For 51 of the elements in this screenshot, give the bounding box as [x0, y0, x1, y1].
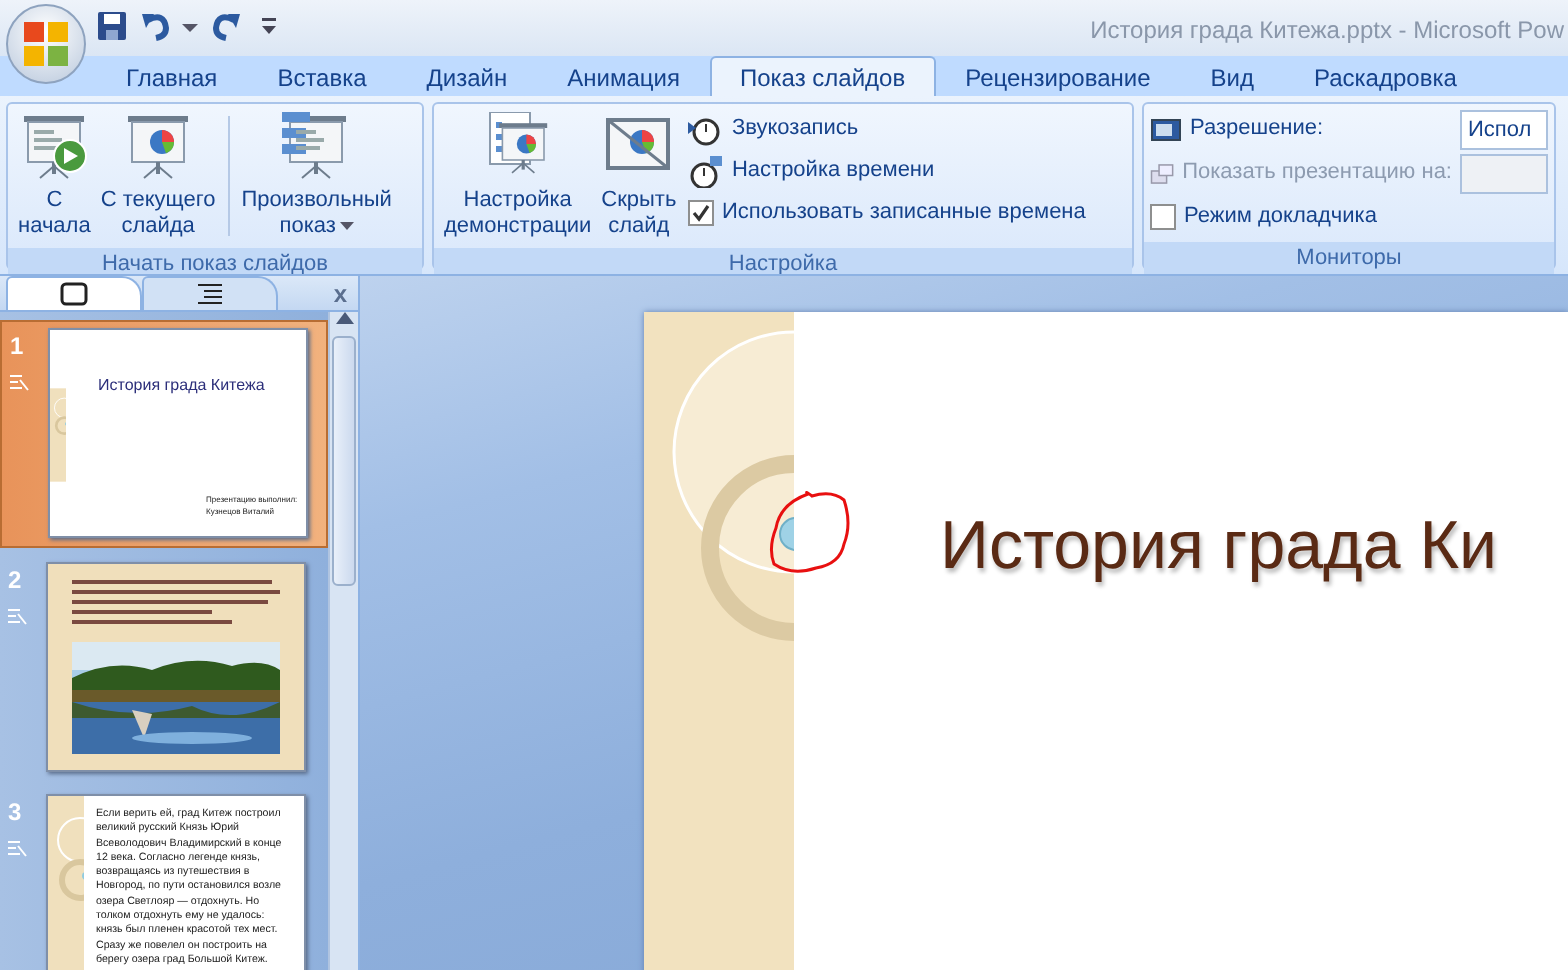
- ribbon-tab[interactable]: Рецензирование: [935, 56, 1181, 96]
- field-label: Разрешение:: [1190, 114, 1324, 145]
- ribbon-tab[interactable]: Вид: [1180, 56, 1284, 96]
- ribbon-tab[interactable]: Показ слайдов: [709, 56, 936, 96]
- group-label: Мониторы: [1144, 242, 1554, 274]
- scrollbar-thumb[interactable]: [332, 336, 356, 586]
- group-label: Начать показ слайдов: [8, 248, 422, 274]
- ribbon-button[interactable]: Звукозапись: [687, 108, 1086, 150]
- ribbon-button[interactable]: Настройка времени: [687, 150, 1086, 192]
- ribbon-button[interactable]: Произвольный показ: [237, 108, 396, 244]
- checkbox-label: Режим докладчика: [1184, 202, 1377, 233]
- dropdown-field[interactable]: Испол: [1460, 109, 1548, 149]
- projector-list-icon: [282, 112, 351, 180]
- checkbox[interactable]: [1150, 204, 1176, 230]
- undo-icon[interactable]: [139, 10, 171, 42]
- field-label: Показать презентацию на:: [1182, 158, 1452, 189]
- slide-number: 1: [10, 330, 26, 364]
- ribbon-tab[interactable]: Анимация: [537, 56, 710, 96]
- transition-icon: [8, 840, 28, 859]
- ribbon-button[interactable]: С текущего слайда: [96, 108, 220, 244]
- ribbon-button[interactable]: Скрыть слайд: [597, 108, 681, 244]
- close-button[interactable]: x: [333, 278, 347, 310]
- checkbox-label: Использовать записанные времена: [721, 198, 1086, 229]
- transition-icon: [8, 608, 28, 627]
- stopwatch-icon: [687, 155, 724, 187]
- slide-title: История града Ки: [940, 506, 1498, 588]
- ribbon-tab[interactable]: Дизайн: [396, 56, 538, 96]
- pane-tab[interactable]: [5, 276, 142, 310]
- checkbox[interactable]: [687, 200, 714, 226]
- redo-icon[interactable]: [209, 10, 241, 42]
- ribbon-button[interactable]: Настройка демонстрации: [440, 108, 596, 244]
- ribbon-tab[interactable]: Раскадровка: [1284, 56, 1487, 96]
- slide-number: 2: [8, 564, 24, 598]
- outline-icon: [195, 282, 224, 306]
- ribbon-tab[interactable]: Вставка: [247, 56, 397, 96]
- ribbon-tab[interactable]: Главная: [96, 56, 248, 96]
- play-projector-icon: [20, 112, 89, 180]
- window-title: История града Китежа.pptx - Microsoft Pow: [1090, 14, 1566, 48]
- logo-icon: [20, 18, 72, 70]
- transition-icon: [10, 374, 30, 393]
- monitor-icon: [1150, 115, 1182, 143]
- monitors-icon: [1150, 159, 1175, 187]
- slide-thumbnail-title: История града Китежа: [98, 374, 267, 398]
- pane-tab[interactable]: [141, 276, 278, 310]
- save-icon[interactable]: [96, 10, 128, 42]
- projector-chart-icon: [124, 112, 193, 180]
- stopwatch-icon: [687, 113, 724, 145]
- ribbon-button[interactable]: С начала: [14, 108, 95, 244]
- group-label: Настройка: [434, 248, 1132, 274]
- slide-icon: [59, 282, 88, 306]
- slide-number: 3: [8, 796, 24, 830]
